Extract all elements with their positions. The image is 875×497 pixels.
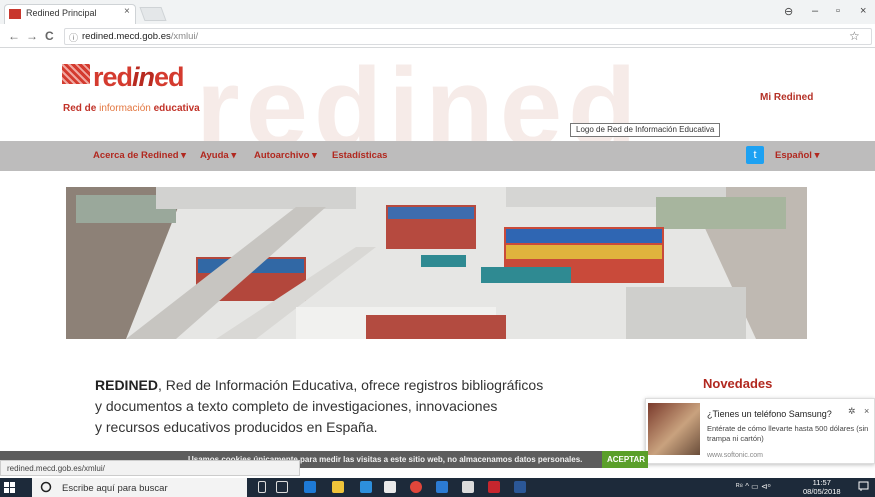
file-explorer-icon[interactable] (332, 481, 344, 493)
maximize-button[interactable]: ▫ (836, 5, 840, 17)
logo-wordmark[interactable]: redined (93, 62, 185, 93)
logo-word-c: ed (154, 62, 184, 92)
microphone-icon[interactable] (258, 481, 266, 493)
tab-close-icon[interactable]: × (124, 6, 130, 17)
menu-ayuda[interactable]: Ayuda ▾ (200, 150, 236, 161)
app-red-icon[interactable] (488, 481, 500, 493)
status-url: redined.mecd.gob.es/xmlui/ (0, 460, 300, 476)
menu-estadisticas[interactable]: Estadísticas (332, 150, 387, 161)
cookie-accept-button[interactable]: ACEPTAR (602, 451, 648, 468)
close-window-button[interactable]: × (860, 5, 866, 17)
cortana-icon[interactable] (40, 481, 52, 496)
notification-icon (858, 481, 869, 491)
library-illustration (66, 187, 807, 339)
favicon-icon (9, 9, 21, 19)
url-text: redined.mecd.gob.es/xmlui/ (82, 31, 198, 42)
system-tray[interactable]: ᴿ⁸ ^ ▭ ⊲ᵒ (736, 482, 771, 491)
action-center-icon[interactable] (858, 481, 869, 495)
intro-line-1-rest: , Red de Información Educativa, ofrece r… (158, 377, 544, 393)
task-view-icon[interactable] (276, 481, 288, 493)
language-selector[interactable]: Español ▾ (775, 150, 819, 161)
ad-source[interactable]: www.softonic.com (707, 452, 763, 459)
mail-icon[interactable] (462, 481, 474, 493)
word-icon[interactable] (514, 481, 526, 493)
logo-word-b: in (132, 62, 155, 92)
ad-title[interactable]: ¿Tienes un teléfono Samsung? (707, 409, 832, 419)
logo-sub-c: educativa (150, 103, 200, 114)
hero-library-image (66, 187, 807, 339)
clock-date: 08/05/2018 (803, 487, 841, 496)
cortana-circle-icon (40, 481, 52, 493)
ad-image[interactable] (648, 403, 700, 455)
bookmark-star-icon[interactable]: ☆ (849, 29, 860, 43)
ad-settings-icon[interactable]: ✲ (848, 406, 856, 417)
logo-mark-icon[interactable] (62, 64, 90, 84)
account-icon[interactable]: ⊖ (784, 5, 793, 18)
menu-acerca[interactable]: Acerca de Redined ▾ (93, 150, 186, 161)
ad-body: Entérate de cómo llevarte hasta 500 dóla… (707, 424, 869, 443)
windows-start-icon[interactable] (4, 482, 16, 497)
taskbar-search-placeholder: Escribe aquí para buscar (62, 483, 168, 494)
app-icon[interactable] (436, 481, 448, 493)
novedades-heading: Novedades (703, 376, 773, 391)
brand-name: REDINED (95, 377, 159, 393)
edge-icon[interactable] (304, 481, 316, 493)
url-path: /xmlui/ (170, 31, 199, 42)
ad-close-icon[interactable]: × (864, 406, 869, 416)
chrome-icon[interactable] (410, 481, 422, 493)
back-button[interactable]: ← (8, 29, 20, 43)
tab-title: Redined Principal (26, 8, 97, 18)
taskbar-clock[interactable]: 11:57 08/05/2018 (803, 478, 841, 496)
store-icon[interactable] (384, 481, 396, 493)
logo-subtitle: Red de información educativa (63, 103, 200, 114)
info-icon[interactable]: ⓘ (69, 31, 78, 44)
minimize-button[interactable]: – (812, 5, 818, 17)
intro-line-3: y recursos educativos producidos en Espa… (95, 419, 378, 435)
logo-word-a: red (93, 62, 133, 92)
new-tab-button[interactable] (139, 7, 167, 21)
logo-sub-a: Red de (63, 103, 100, 114)
intro-line-2: y documentos a texto completo de investi… (95, 398, 498, 414)
forward-button[interactable]: → (26, 29, 38, 43)
mi-redined-link[interactable]: Mi Redined (760, 92, 813, 103)
logo-sub-b: información (99, 103, 151, 114)
intro-line-1: REDINED, Red de Información Educativa, o… (95, 375, 575, 396)
url-host: redined.mecd.gob.es (82, 31, 171, 42)
internet-explorer-icon[interactable] (360, 481, 372, 493)
intro-paragraph: REDINED, Red de Información Educativa, o… (95, 375, 575, 438)
windows-logo-icon (4, 482, 15, 493)
menu-autoarchivo[interactable]: Autoarchivo ▾ (254, 150, 317, 161)
logo-tooltip: Logo de Red de Información Educativa (570, 123, 721, 137)
clock-time: 11:57 (812, 478, 831, 487)
reload-button[interactable]: C (45, 29, 54, 43)
twitter-icon[interactable]: t (746, 146, 764, 164)
